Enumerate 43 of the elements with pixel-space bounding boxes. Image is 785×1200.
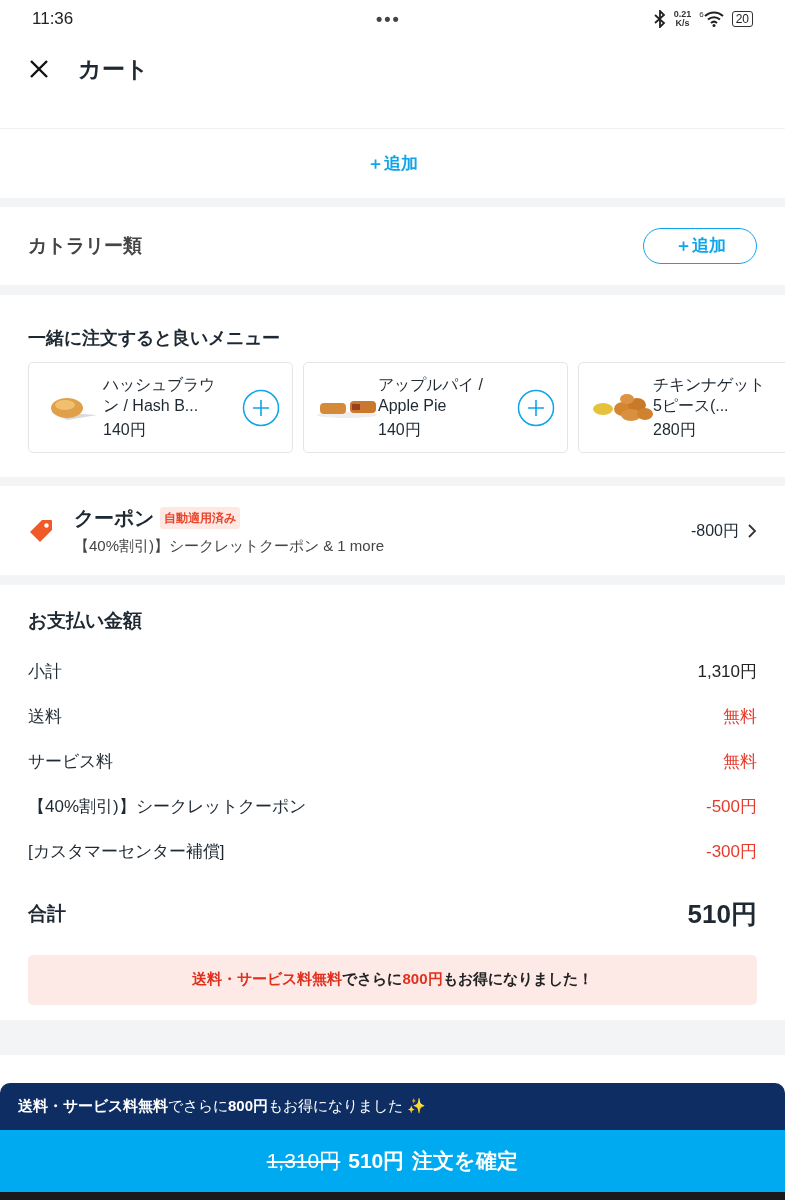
fee-value: -300円 <box>705 841 757 864</box>
fee-value: 無料 <box>723 751 757 774</box>
battery-indicator: 20 <box>731 11 753 27</box>
status-dots: ••• <box>376 7 401 31</box>
fee-label: 送料 <box>28 706 62 729</box>
fee-label: [カスタマーセンター補償] <box>28 841 225 864</box>
coupon-detail: 【40%割引)】シークレットクーポン & 1 more <box>74 536 386 557</box>
product-price: 140円 <box>103 419 147 440</box>
fee-value: -500円 <box>705 796 757 819</box>
wifi-label: 6 <box>699 11 704 19</box>
section-title: 一緒に注文すると良いメニュー <box>28 327 281 350</box>
product-name: ハッシュブラウン / Hash B... <box>103 374 216 416</box>
savings-message: 送料・サービス料無料でさらに800円もお得になりました！ <box>192 969 593 990</box>
add-icon[interactable] <box>517 388 555 427</box>
product-name: チキンナゲット 5ピース(... <box>653 374 766 416</box>
fee-value: 1,310円 <box>697 661 757 684</box>
section-title: お支払い金額 <box>28 609 143 633</box>
product-name: アップルパイ / Apple Pie <box>378 374 484 416</box>
coupon-amount: -800円 <box>690 520 739 541</box>
savings-notice: 送料・サービス料無料でさらに800円もお得になりました ✨ <box>0 1083 785 1130</box>
fee-value: 無料 <box>723 706 757 729</box>
add-icon[interactable] <box>242 388 280 427</box>
total-label: 合計 <box>28 902 66 927</box>
bluetooth-icon <box>653 10 666 28</box>
fee-label: サービス料 <box>28 751 113 774</box>
section-title: カトラリー類 <box>28 233 142 258</box>
speed-unit: K/s <box>675 19 690 28</box>
status-time: 11:36 <box>32 8 74 31</box>
fee-label: 小計 <box>28 661 62 684</box>
page-title: カート <box>78 54 149 84</box>
applied-badge: 自動適用済み <box>160 507 240 530</box>
wifi-icon <box>703 11 724 27</box>
tag-icon <box>28 517 54 544</box>
confirm-order-button[interactable]: 1,310円 510円 注文を確定 <box>0 1130 785 1192</box>
total-value: 510円 <box>687 898 757 931</box>
close-icon[interactable] <box>28 58 50 80</box>
coupon-title: クーポン <box>74 506 154 532</box>
fee-label: 【40%割引)】シークレットクーポン <box>28 796 306 819</box>
add-link[interactable]: ＋追加 <box>367 150 418 177</box>
chevron-right-icon[interactable] <box>747 522 757 539</box>
product-price: 280円 <box>653 419 697 440</box>
product-price: 140円 <box>378 419 422 440</box>
speed-value: 0.21 <box>673 10 692 19</box>
